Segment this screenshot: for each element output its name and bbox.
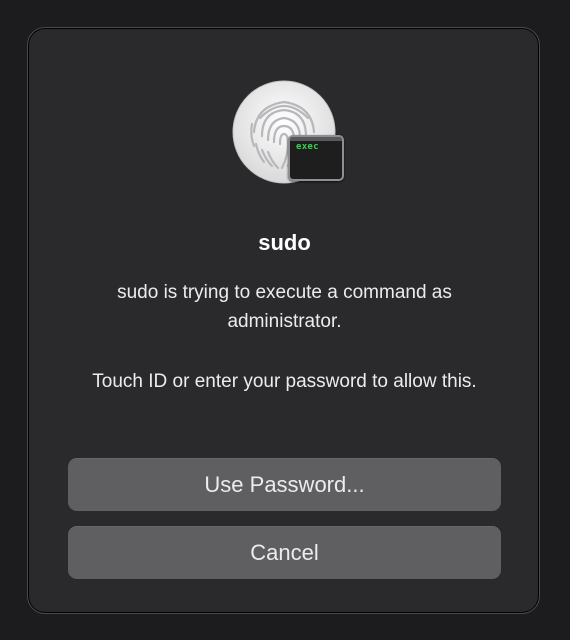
dialog-message: sudo is trying to execute a command as a… — [117, 282, 452, 332]
dialog-title: sudo — [258, 230, 311, 255]
terminal-badge-text: exec — [296, 142, 319, 152]
terminal-title-bar — [290, 137, 342, 141]
dialog-prompt: Touch ID or enter your password to allow… — [92, 371, 477, 392]
use-password-button[interactable]: Use Password... — [68, 458, 501, 511]
app-icon: exec — [232, 80, 344, 192]
auth-dialog: exec sudo sudo is trying to execute a co… — [27, 27, 540, 614]
cancel-button[interactable]: Cancel — [68, 526, 501, 579]
terminal-icon: exec — [288, 135, 344, 181]
